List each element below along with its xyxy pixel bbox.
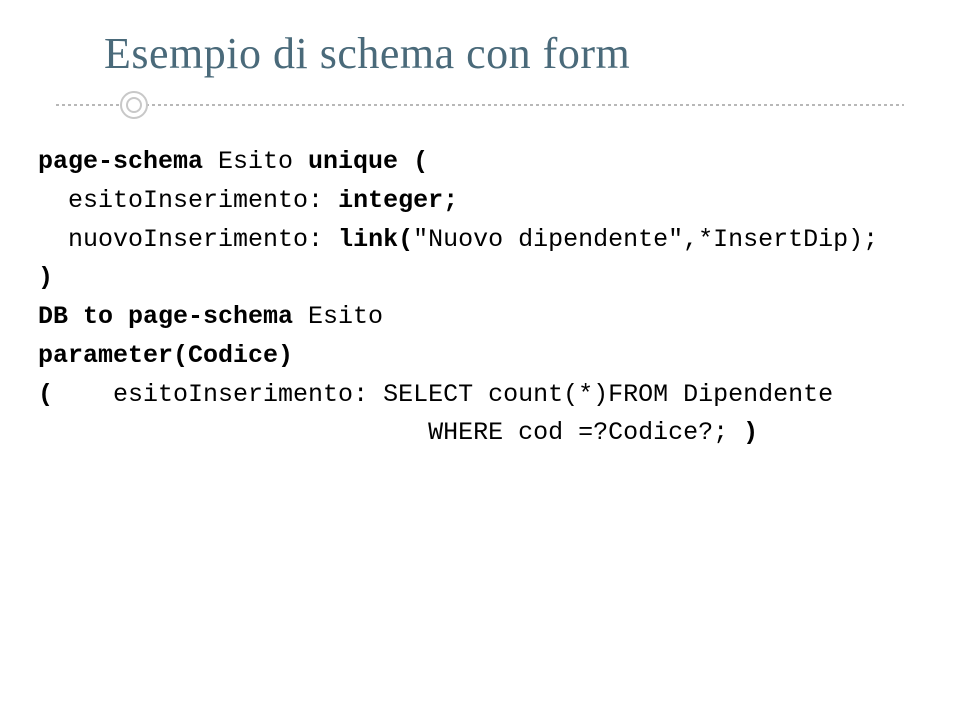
- divider-circle-inner: [126, 97, 142, 113]
- code-text: integer;: [338, 186, 458, 215]
- code-text: ): [743, 418, 758, 447]
- code-text: ): [38, 263, 53, 292]
- code-text: DB to page-schema: [38, 302, 308, 331]
- code-text: Esito: [218, 147, 308, 176]
- code-text: esitoInserimento: SELECT count(*)FROM Di…: [53, 380, 833, 409]
- code-text: WHERE cod =?Codice?;: [38, 418, 743, 447]
- code-text: "Nuovo dipendente",*InsertDip);: [413, 225, 878, 254]
- code-text: Esito: [308, 302, 383, 331]
- divider-line: [56, 104, 904, 106]
- title-divider: [56, 91, 904, 119]
- code-text: parameter(Codice): [38, 341, 293, 370]
- code-text: nuovoInserimento:: [38, 225, 338, 254]
- code-text: esitoInserimento:: [38, 186, 338, 215]
- slide: Esempio di schema con form page-schema E…: [0, 0, 960, 712]
- code-block: page-schema Esito unique ( esitoInserime…: [38, 143, 904, 453]
- code-text: link(: [338, 225, 413, 254]
- code-text: page-schema: [38, 147, 218, 176]
- code-text: (: [38, 380, 53, 409]
- slide-title: Esempio di schema con form: [104, 28, 904, 79]
- code-text: unique (: [308, 147, 428, 176]
